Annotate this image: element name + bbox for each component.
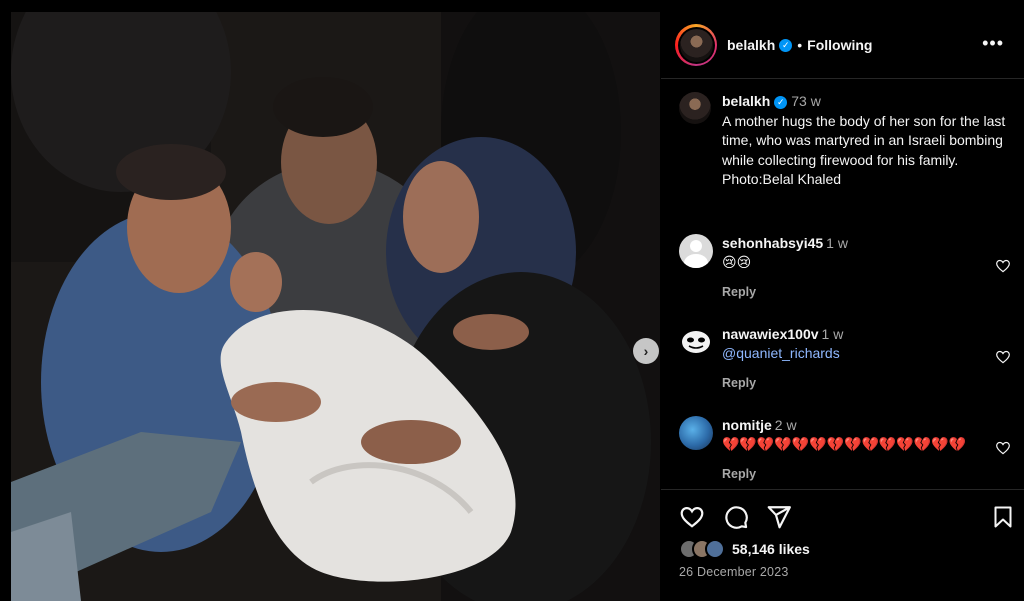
heart-like-comment-icon[interactable] bbox=[995, 258, 1011, 274]
chevron-right-icon: › bbox=[643, 343, 649, 359]
reply-button[interactable]: Reply bbox=[722, 285, 756, 299]
caption-author-avatar[interactable] bbox=[679, 92, 711, 124]
post-header: belalkh ✓ • Following ••• bbox=[661, 12, 1024, 78]
comment-text: 😢😢 bbox=[722, 254, 752, 270]
heart-like-comment-icon[interactable] bbox=[995, 349, 1011, 365]
caption-username[interactable]: belalkh bbox=[722, 93, 770, 109]
likes-count[interactable]: 58,146 likes bbox=[732, 541, 810, 557]
caption-timestamp[interactable]: 73 w bbox=[791, 93, 821, 109]
comment-username[interactable]: nomitje bbox=[722, 417, 772, 433]
bookmark-save-icon[interactable] bbox=[991, 504, 1015, 530]
separator-dot: • bbox=[797, 37, 803, 53]
following-button[interactable]: Following bbox=[807, 37, 872, 53]
heart-like-comment-icon[interactable] bbox=[995, 440, 1011, 456]
comment-timestamp[interactable]: 1 w bbox=[822, 326, 844, 342]
post-media-photo[interactable]: › bbox=[11, 12, 660, 601]
post-action-bar bbox=[679, 504, 1019, 532]
comment-timestamp[interactable]: 2 w bbox=[775, 417, 797, 433]
actions-divider bbox=[661, 489, 1024, 490]
post-date[interactable]: 26 December 2023 bbox=[679, 565, 789, 579]
more-options-icon[interactable]: ••• bbox=[982, 34, 1004, 52]
verified-badge-icon: ✓ bbox=[779, 38, 793, 52]
author-username[interactable]: belalkh bbox=[727, 37, 775, 53]
earth-avatar-icon[interactable] bbox=[679, 416, 713, 450]
caption-text: A mother hugs the body of her son for th… bbox=[722, 112, 1006, 188]
likes-summary[interactable]: 58,146 likes bbox=[679, 539, 810, 559]
comment-timestamp[interactable]: 1 w bbox=[826, 235, 848, 251]
share-send-icon[interactable] bbox=[766, 504, 792, 530]
reply-button[interactable]: Reply bbox=[722, 467, 756, 481]
reply-button[interactable]: Reply bbox=[722, 376, 756, 390]
heart-like-icon[interactable] bbox=[679, 504, 705, 530]
comment-text: 💔💔💔💔💔💔💔💔💔💔💔💔💔💔 bbox=[722, 436, 967, 452]
author-avatar[interactable] bbox=[679, 28, 713, 62]
photo-illustration bbox=[11, 12, 660, 601]
mask-avatar-icon[interactable] bbox=[679, 325, 713, 359]
verified-badge-icon: ✓ bbox=[774, 95, 788, 109]
comment-username[interactable]: nawawiex100v bbox=[722, 326, 819, 342]
author-story-ring[interactable] bbox=[675, 24, 717, 66]
comment-bubble-icon[interactable] bbox=[723, 504, 749, 530]
post-side-panel: belalkh ✓ • Following ••• belalkh ✓ 73 w A… bbox=[661, 12, 1024, 601]
comment-username[interactable]: sehonhabsyi45 bbox=[722, 235, 823, 251]
default-avatar-icon[interactable] bbox=[679, 234, 713, 268]
post-caption: belalkh ✓ 73 w A mother hugs the body of h… bbox=[679, 92, 1019, 190]
liker-avatar bbox=[705, 539, 725, 559]
next-photo-button[interactable]: › bbox=[633, 338, 659, 364]
header-divider bbox=[661, 78, 1024, 79]
comment-mention-link[interactable]: @quaniet_richards bbox=[722, 344, 843, 363]
